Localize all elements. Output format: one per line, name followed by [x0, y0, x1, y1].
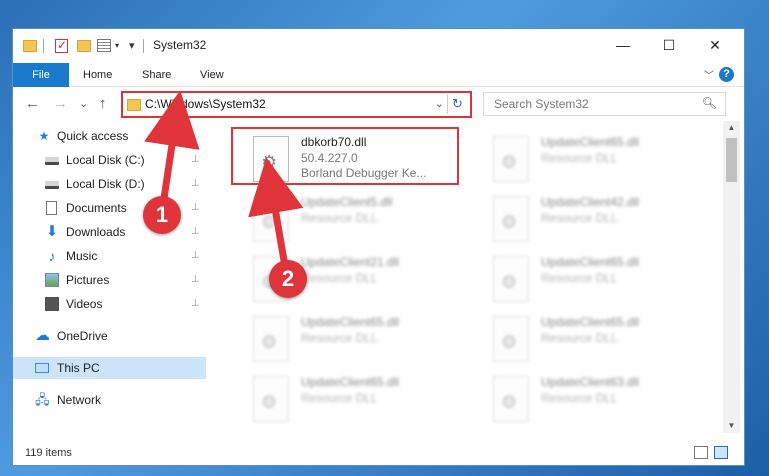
arrow-to-address-bar [144, 90, 200, 209]
arrow-to-file [248, 157, 304, 276]
annotation-arrows [144, 90, 304, 276]
step-marker-1: 1 [143, 196, 181, 234]
step-marker-2: 2 [269, 260, 307, 298]
